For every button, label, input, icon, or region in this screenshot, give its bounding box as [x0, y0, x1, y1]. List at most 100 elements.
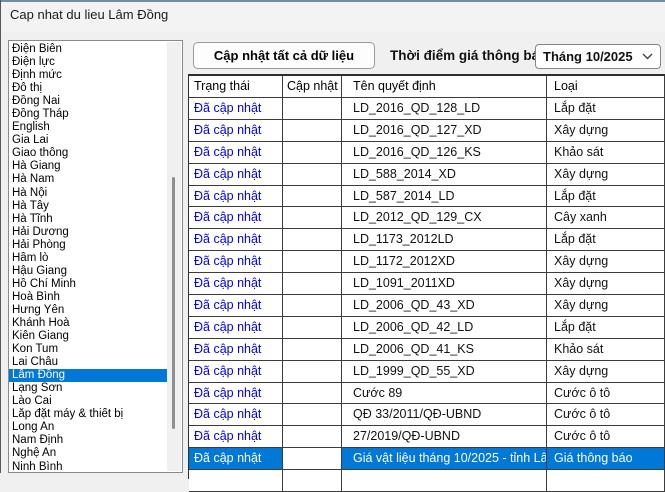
type-cell[interactable]: Cước ô tô — [547, 382, 665, 405]
decision-name-cell[interactable]: Cước 89 — [342, 382, 547, 405]
list-item[interactable]: Đô thị — [9, 82, 167, 95]
table-row[interactable]: Đã cập nhật LD_1999_QD_55_XD Xây dựng — [189, 360, 665, 383]
list-item[interactable]: Hà Tây — [9, 200, 167, 213]
list-item[interactable]: Hải Dương — [9, 226, 167, 239]
status-cell[interactable]: Đã cập nhật — [189, 316, 283, 339]
type-cell[interactable]: Giá thông báo — [547, 448, 665, 471]
column-header[interactable]: Trạng thái — [189, 76, 283, 98]
list-item[interactable]: Nam Định — [9, 434, 167, 447]
status-cell[interactable]: Đã cập nhật — [189, 141, 283, 164]
status-cell[interactable]: Đã cập nhật — [189, 426, 283, 449]
update-cell[interactable] — [283, 98, 342, 120]
type-cell[interactable]: Cước ô tô — [547, 426, 665, 449]
decision-name-cell[interactable]: LD_1999_QD_55_XD — [342, 360, 547, 383]
type-cell[interactable]: Xây dựng — [547, 163, 665, 186]
list-item[interactable]: Kon Tum — [9, 343, 167, 356]
table-row[interactable]: Đã cập nhật LD_2006_QD_41_KS Khảo sát — [189, 338, 665, 361]
update-cell[interactable] — [283, 426, 342, 449]
decision-name-cell[interactable]: LD_1091_2011XD — [342, 273, 547, 296]
update-cell[interactable] — [283, 273, 342, 296]
province-listbox[interactable]: Điện Biên Điện lực Định mức Đô thị Đồng Nai Đ… — [8, 40, 183, 473]
table-row[interactable]: Đã cập nhật LD_1173_2012LD Lắp đặt — [189, 229, 665, 252]
status-cell[interactable]: Đã cập nhật — [189, 119, 283, 142]
status-cell[interactable]: Đã cập nhật — [189, 207, 283, 230]
decision-name-cell[interactable]: QĐ 33/2011/QĐ-UBND — [342, 404, 547, 427]
decision-name-cell[interactable]: LD_588_2014_XD — [342, 163, 547, 186]
table-row[interactable]: Đã cập nhật LD_587_2014_LD Lắp đặt — [189, 185, 665, 208]
type-cell[interactable]: Xây dựng — [547, 119, 665, 142]
update-cell[interactable] — [283, 404, 342, 427]
list-item[interactable]: Hà Tĩnh — [9, 213, 167, 226]
table-row[interactable]: Đã cập nhật LD_2016_QD_128_LD Lắp đặt — [189, 98, 665, 120]
table-row[interactable]: Đã cập nhật LD_2016_QD_126_KS Khảo sát — [189, 141, 665, 164]
list-item[interactable]: Lào Cai — [9, 395, 167, 408]
status-cell[interactable]: Đã cập nhật — [189, 273, 283, 296]
listbox-scrollbar-thumb[interactable] — [172, 177, 175, 429]
list-item[interactable]: Hà Nam — [9, 173, 167, 186]
table-row[interactable]: Đã cập nhật LD_1091_2011XD Xây dựng — [189, 273, 665, 296]
type-cell[interactable]: Khảo sát — [547, 338, 665, 361]
list-item[interactable]: Giao thông — [9, 147, 167, 160]
status-cell[interactable]: Đã cập nhật — [189, 98, 283, 120]
status-cell[interactable]: Đã cập nhật — [189, 448, 283, 471]
list-item[interactable]: Lâm Đồng — [9, 369, 167, 383]
list-item[interactable]: Hồ Chí Minh — [9, 278, 167, 291]
list-item[interactable]: English — [9, 121, 167, 134]
status-cell[interactable]: Đã cập nhật — [189, 338, 283, 361]
listbox-scrollbar[interactable] — [167, 42, 181, 471]
status-cell[interactable]: Đã cập nhật — [189, 360, 283, 383]
decision-name-cell[interactable]: LD_1173_2012LD — [342, 229, 547, 252]
list-item[interactable]: Điện Biên — [9, 43, 167, 56]
update-cell[interactable] — [283, 338, 342, 361]
decision-name-cell[interactable]: LD_2016_QD_126_KS — [342, 141, 547, 164]
list-item[interactable]: Lắp đặt máy & thiết bị — [9, 408, 167, 421]
period-dropdown[interactable]: Tháng 10/2025 — [535, 44, 661, 69]
decision-name-cell[interactable]: LD_2012_QD_129_CX — [342, 207, 547, 230]
list-item[interactable]: Hậu Giang — [9, 265, 167, 278]
list-item[interactable]: Đồng Tháp — [9, 108, 167, 121]
status-cell[interactable]: Đã cập nhật — [189, 251, 283, 274]
type-cell[interactable]: Lắp đặt — [547, 229, 665, 252]
list-item[interactable]: Lai Châu — [9, 356, 167, 369]
type-cell[interactable]: Xây dựng — [547, 251, 665, 274]
status-cell[interactable]: Đã cập nhật — [189, 295, 283, 317]
list-item[interactable]: Định mức — [9, 69, 167, 82]
list-item[interactable]: Hà Giang — [9, 160, 167, 173]
update-cell[interactable] — [283, 163, 342, 186]
list-item[interactable]: Điện lực — [9, 56, 167, 69]
list-item[interactable]: Khánh Hoà — [9, 317, 167, 330]
table-row[interactable]: Đã cập nhật LD_2006_QD_43_XD Xây dựng — [189, 295, 665, 317]
table-row[interactable]: Đã cập nhật LD_2016_QD_127_XD Xây dựng — [189, 119, 665, 142]
update-cell[interactable] — [283, 229, 342, 252]
update-cell[interactable] — [283, 295, 342, 317]
list-item[interactable]: Hải Phòng — [9, 239, 167, 252]
update-all-button[interactable]: Cập nhật tất cả dữ liệu — [193, 42, 375, 69]
decision-name-cell[interactable]: LD_1172_2012XD — [342, 251, 547, 274]
list-item[interactable]: Hoà Bình — [9, 291, 167, 304]
list-item[interactable]: Kiên Giang — [9, 330, 167, 343]
list-item[interactable]: Nghệ An — [9, 447, 167, 460]
list-item[interactable]: Long An — [9, 421, 167, 434]
status-cell[interactable]: Đã cập nhật — [189, 404, 283, 427]
type-cell[interactable]: Xây dựng — [547, 295, 665, 317]
decision-name-cell[interactable]: LD_2016_QD_128_LD — [342, 98, 547, 120]
decision-name-cell[interactable]: LD_2006_QD_42_LD — [342, 316, 547, 339]
list-item[interactable]: Đồng Nai — [9, 95, 167, 108]
type-cell[interactable]: Cây xanh — [547, 207, 665, 230]
decision-name-cell[interactable]: 27/2019/QĐ-UBND — [342, 426, 547, 449]
decision-name-cell[interactable]: Giá vật liệu tháng 10/2025 - tỉnh Lâm Đồ… — [342, 448, 547, 471]
list-item[interactable]: Hà Nội — [9, 187, 167, 200]
decision-name-cell[interactable]: LD_2006_QD_41_KS — [342, 338, 547, 361]
decision-name-cell[interactable]: LD_2006_QD_43_XD — [342, 295, 547, 317]
list-item[interactable]: Lạng Sơn — [9, 382, 167, 395]
type-cell[interactable]: Lắp đặt — [547, 98, 665, 120]
table-row[interactable]: Đã cập nhật QĐ 33/2011/QĐ-UBND Cước ô tô — [189, 404, 665, 427]
table-row[interactable]: Đã cập nhật 27/2019/QĐ-UBND Cước ô tô — [189, 426, 665, 449]
table-row[interactable]: Đã cập nhật LD_1172_2012XD Xây dựng — [189, 251, 665, 274]
list-item[interactable]: Hầm lò — [9, 252, 167, 265]
update-cell[interactable] — [283, 316, 342, 339]
column-header[interactable]: Cập nhật — [283, 76, 342, 98]
decision-name-cell[interactable]: LD_2016_QD_127_XD — [342, 119, 547, 142]
status-cell[interactable]: Đã cập nhật — [189, 163, 283, 186]
column-header[interactable]: Tên quyết định — [342, 76, 547, 98]
